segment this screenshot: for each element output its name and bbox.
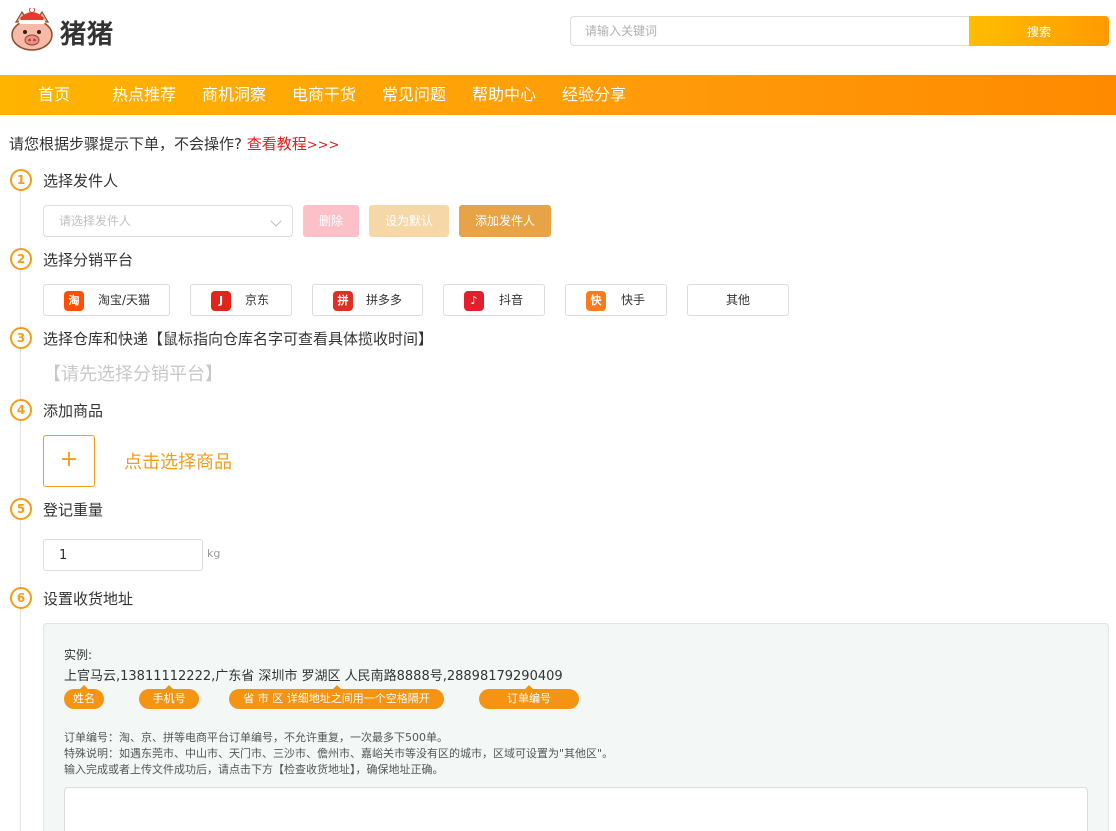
nav-item-help[interactable]: 帮助中心: [472, 75, 536, 115]
add-goods-link[interactable]: 点击选择商品: [124, 448, 232, 474]
step-title-6: 设置收货地址: [43, 590, 134, 608]
tutorial-link[interactable]: 查看教程>>>: [247, 135, 340, 153]
logo-text: 猪猪: [60, 20, 115, 50]
platform-label: 抖音: [499, 293, 524, 307]
nav-item-home[interactable]: 首页: [38, 75, 70, 115]
platform-douyin[interactable]: ♪ 抖音: [443, 284, 545, 316]
platform-kuaishou[interactable]: 快 快手: [565, 284, 667, 316]
step-number-3: 3: [10, 327, 32, 349]
set-default-button[interactable]: 设为默认: [369, 205, 449, 237]
platform-pinduoduo[interactable]: 拼 拼多多: [312, 284, 423, 316]
platform-taobao[interactable]: 淘 淘宝/天猫: [43, 284, 170, 316]
guide-notice-text: 请您根据步骤提示下单，不会操作?: [9, 135, 242, 153]
kuaishou-icon: 快: [586, 291, 606, 311]
tag-address-format: 省 市 区 详细地址之间用一个空格隔开: [229, 685, 444, 709]
tutorial-link-arrows: >>>: [306, 138, 340, 153]
sender-select[interactable]: 请选择发件人: [43, 205, 293, 237]
step-number-5: 5: [10, 498, 32, 520]
example-label: 实例:: [64, 648, 93, 662]
add-sender-button[interactable]: 添加发件人: [459, 205, 551, 237]
step-title-4: 添加商品: [43, 402, 104, 420]
tag-order-number: 订单编号: [479, 685, 579, 709]
nav-item-insight[interactable]: 商机洞察: [202, 75, 266, 115]
tag-name: 姓名: [64, 685, 104, 709]
pinduoduo-icon: 拼: [333, 291, 353, 311]
header: 猪猪 搜索: [0, 0, 1116, 75]
search-button[interactable]: 搜索: [969, 16, 1109, 46]
tag-phone: 手机号: [139, 685, 199, 709]
step-number-6: 6: [10, 587, 32, 609]
douyin-icon: ♪: [464, 291, 484, 311]
search-input[interactable]: [570, 16, 970, 46]
nav-item-hot[interactable]: 热点推荐: [112, 75, 176, 115]
chevron-down-icon: [270, 215, 282, 227]
platform-label: 京东: [245, 293, 270, 307]
step-title-5: 登记重量: [43, 501, 104, 519]
step-title-1: 选择发件人: [43, 172, 119, 190]
step-title-3: 选择仓库和快递【鼠标指向仓库名字可查看具体揽收时间】: [43, 330, 434, 348]
add-goods-button[interactable]: +: [43, 435, 95, 487]
note-check: 输入完成或者上传文件成功后，请点击下方【检查收货地址】，确保地址正确。: [64, 763, 444, 776]
note-special: 特殊说明：如遇东莞市、中山市、天门市、三沙市、儋州市、嘉峪关市等没有区的城市，区…: [64, 747, 614, 760]
warehouse-hint: 【请先选择分销平台】: [43, 364, 223, 385]
platform-jd[interactable]: J 京东: [190, 284, 292, 316]
nav-item-ecommerce[interactable]: 电商干货: [292, 75, 356, 115]
platform-label: 快手: [621, 293, 646, 307]
tutorial-link-label: 查看教程: [246, 135, 307, 153]
step-number-2: 2: [10, 248, 32, 270]
main-nav: 首页 热点推荐 商机洞察 电商干货 常见问题 帮助中心 经验分享: [0, 75, 1116, 115]
taobao-icon: 淘: [64, 291, 84, 311]
weight-input[interactable]: [43, 539, 203, 571]
note-order-number: 订单编号：淘、京、拼等电商平台订单编号，不允许重复，一次最多下500单。: [64, 731, 448, 744]
step-title-2: 选择分销平台: [43, 251, 134, 269]
platform-label: 淘宝/天猫: [98, 293, 151, 307]
example-address: 上官马云,13811112222,广东省 深圳市 罗湖区 人民南路8888号,2…: [64, 669, 563, 684]
platform-label: 其他: [726, 293, 751, 307]
pig-logo-icon[interactable]: [8, 8, 56, 52]
jd-icon: J: [211, 291, 231, 311]
address-textarea[interactable]: [64, 787, 1088, 831]
platform-label: 拼多多: [366, 293, 403, 307]
platform-other[interactable]: 其他: [687, 284, 789, 316]
guide-notice: 请您根据步骤提示下单，不会操作? 查看教程>>>: [9, 133, 339, 154]
weight-unit: kg: [207, 547, 221, 560]
step-number-4: 4: [10, 399, 32, 421]
delete-sender-button[interactable]: 删除: [303, 205, 359, 237]
nav-item-faq[interactable]: 常见问题: [382, 75, 446, 115]
sender-select-placeholder: 请选择发件人: [59, 214, 132, 228]
step-number-1: 1: [10, 169, 32, 191]
nav-item-share[interactable]: 经验分享: [562, 75, 626, 115]
